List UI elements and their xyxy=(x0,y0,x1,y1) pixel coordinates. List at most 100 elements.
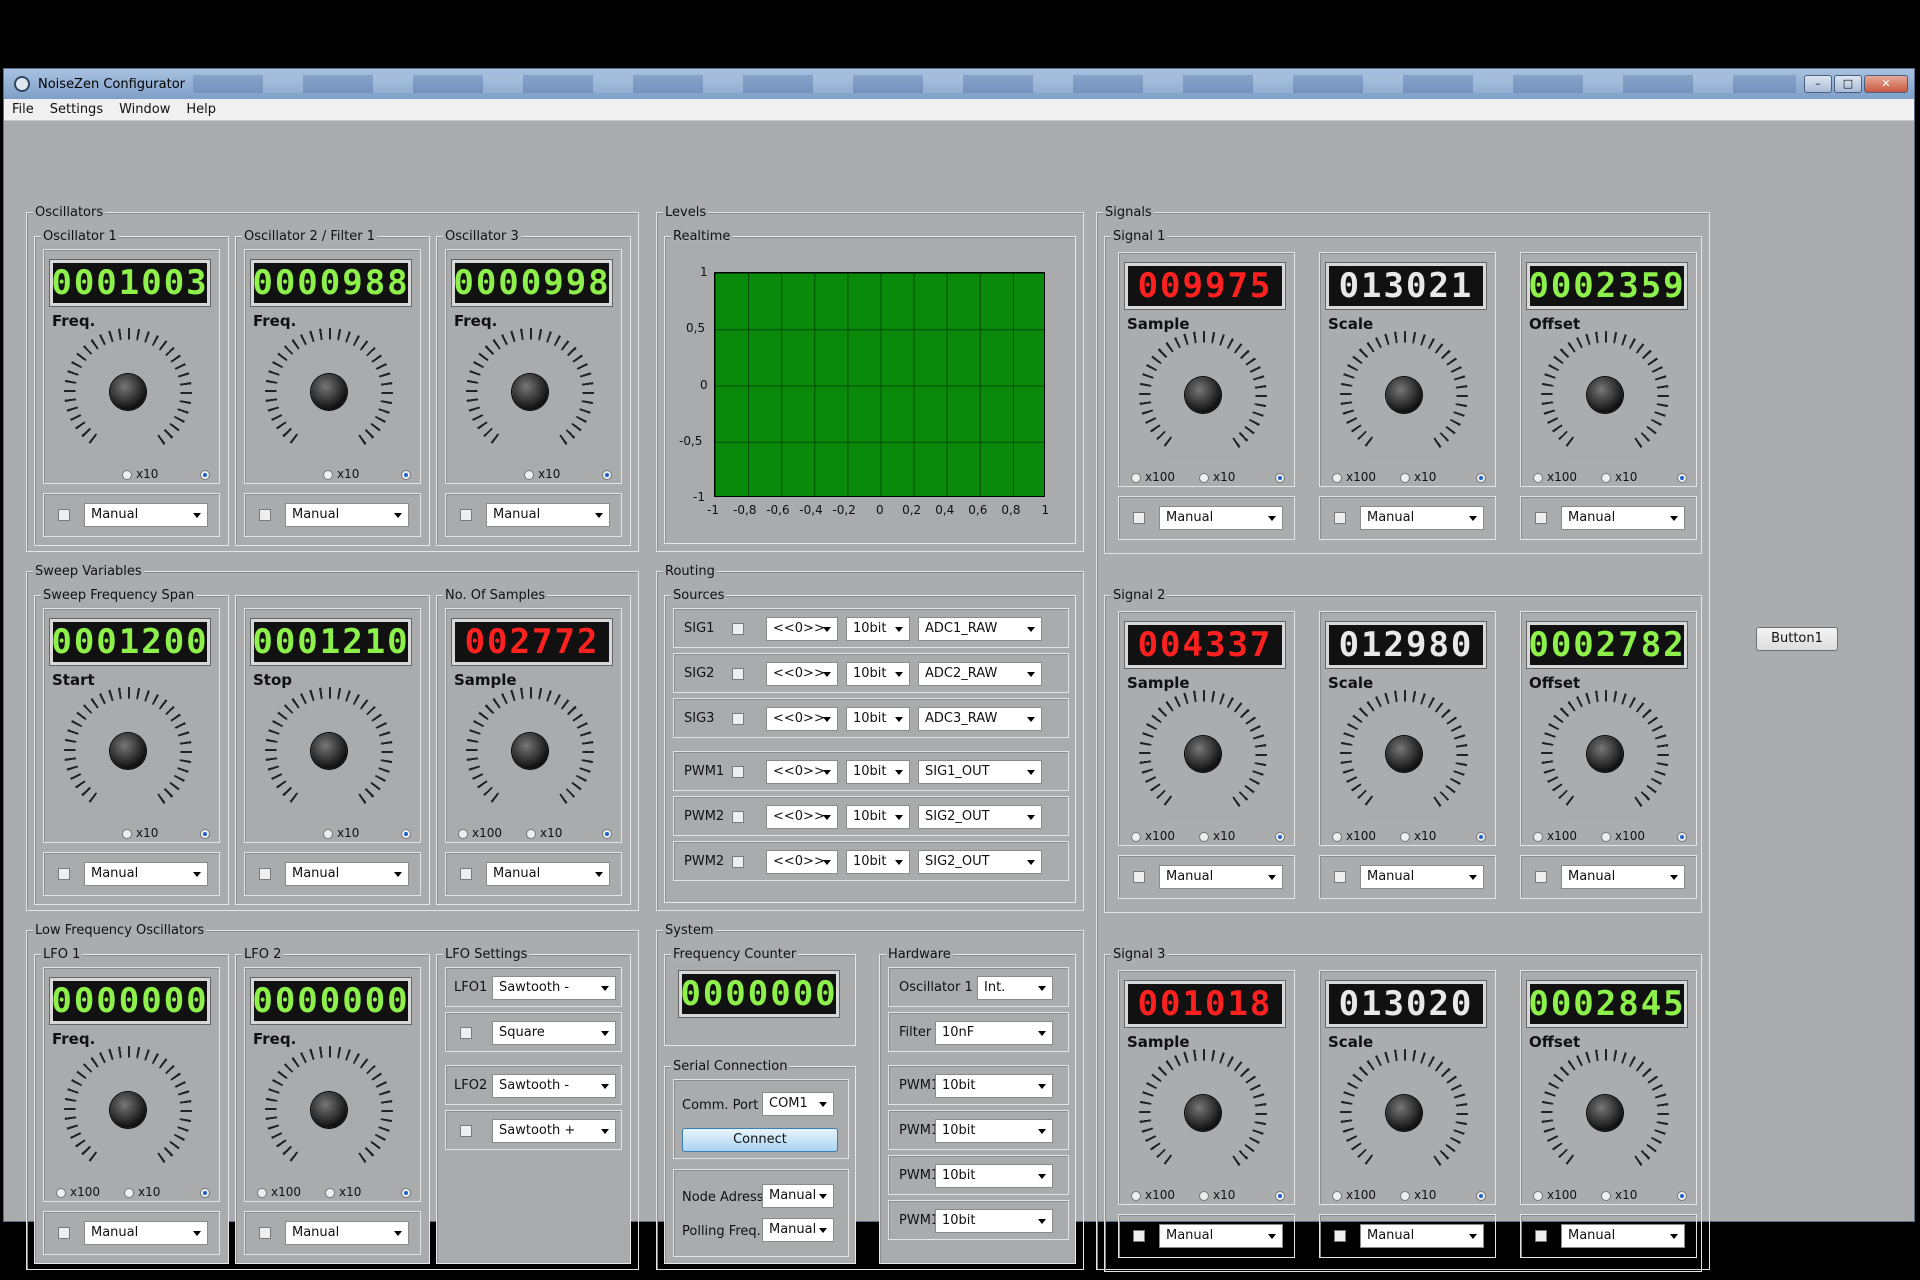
signal-3-sample-radio-2[interactable] xyxy=(1275,1191,1285,1201)
oscillator-2-radio-1[interactable] xyxy=(401,470,411,480)
routing-bits-select[interactable]: 10bit xyxy=(846,850,910,874)
oscillator-3-radio-1[interactable] xyxy=(602,470,612,480)
signal-3-offset-knob[interactable] xyxy=(1587,1095,1623,1131)
routing-source-select[interactable]: SIG2_OUT xyxy=(918,805,1042,829)
signal-1-sample-radio-2[interactable] xyxy=(1275,473,1285,483)
close-button[interactable]: ✕ xyxy=(1864,75,1908,93)
routing-shift-select[interactable]: <<0>> xyxy=(766,760,838,784)
signal-1-offset-mode-select[interactable]: Manual xyxy=(1561,506,1685,530)
sweep-stop-mode-select[interactable]: Manual xyxy=(285,862,409,886)
sweep-start-mode-select[interactable]: Manual xyxy=(84,862,208,886)
lfo-1-knob[interactable] xyxy=(110,1092,146,1128)
signal-1-scale-knob[interactable] xyxy=(1386,377,1422,413)
sweep-stop-radio-1[interactable] xyxy=(401,829,411,839)
signal-1-scale-radio-0[interactable] xyxy=(1332,473,1342,483)
sweep-stop-radio-0[interactable] xyxy=(323,829,333,839)
sweep-samples-radio-1[interactable] xyxy=(526,829,536,839)
signal-1-offset-radio-0[interactable] xyxy=(1533,473,1543,483)
oscillator-2-mode-select[interactable]: Manual xyxy=(285,503,409,527)
sweep-start-knob[interactable] xyxy=(110,733,146,769)
routing-bits-select[interactable]: 10bit xyxy=(846,662,910,686)
oscillator-3-mode-select[interactable]: Manual xyxy=(486,503,610,527)
sweep-stop-checkbox[interactable] xyxy=(259,868,271,880)
button1[interactable]: Button1 xyxy=(1756,627,1838,651)
signal-3-scale-radio-0[interactable] xyxy=(1332,1191,1342,1201)
signal-2-scale-checkbox[interactable] xyxy=(1334,871,1346,883)
hardware-row-select[interactable]: 10bit xyxy=(935,1209,1053,1233)
oscillator-1-checkbox[interactable] xyxy=(58,509,70,521)
signal-2-sample-radio-1[interactable] xyxy=(1199,832,1209,842)
signal-2-scale-mode-select[interactable]: Manual xyxy=(1360,865,1484,889)
lfo-2-radio-1[interactable] xyxy=(325,1188,335,1198)
routing-source-select[interactable]: ADC3_RAW xyxy=(918,707,1042,731)
lfo-2-radio-0[interactable] xyxy=(257,1188,267,1198)
signal-1-sample-checkbox[interactable] xyxy=(1133,512,1145,524)
lfo-2-mode-select[interactable]: Manual xyxy=(285,1221,409,1245)
oscillator-1-radio-0[interactable] xyxy=(122,470,132,480)
routing-row-checkbox[interactable] xyxy=(732,623,744,635)
lfo-2-radio-2[interactable] xyxy=(401,1188,411,1198)
routing-bits-select[interactable]: 10bit xyxy=(846,805,910,829)
signal-3-sample-knob[interactable] xyxy=(1185,1095,1221,1131)
comm-port-select[interactable]: COM1 xyxy=(762,1092,834,1116)
signal-1-scale-radio-2[interactable] xyxy=(1476,473,1486,483)
signal-1-sample-radio-1[interactable] xyxy=(1199,473,1209,483)
hardware-row-select[interactable]: 10bit xyxy=(935,1074,1053,1098)
routing-shift-select[interactable]: <<0>> xyxy=(766,805,838,829)
signal-3-sample-mode-select[interactable]: Manual xyxy=(1159,1224,1283,1248)
signal-2-scale-knob[interactable] xyxy=(1386,736,1422,772)
signal-3-scale-checkbox[interactable] xyxy=(1334,1230,1346,1242)
routing-row-checkbox[interactable] xyxy=(732,713,744,725)
minimize-button[interactable]: – xyxy=(1804,75,1832,93)
signal-1-scale-radio-1[interactable] xyxy=(1400,473,1410,483)
sweep-start-radio-0[interactable] xyxy=(122,829,132,839)
sweep-start-radio-1[interactable] xyxy=(200,829,210,839)
lfo-1-radio-0[interactable] xyxy=(56,1188,66,1198)
signal-2-sample-knob[interactable] xyxy=(1185,736,1221,772)
maximize-button[interactable]: □ xyxy=(1834,75,1862,93)
sweep-start-checkbox[interactable] xyxy=(58,868,70,880)
sweep-samples-checkbox[interactable] xyxy=(460,868,472,880)
signal-2-scale-radio-0[interactable] xyxy=(1332,832,1342,842)
hardware-row-select[interactable]: Int. xyxy=(977,976,1053,1000)
hardware-row-select[interactable]: 10bit xyxy=(935,1164,1053,1188)
node-address-select[interactable]: Manual xyxy=(762,1184,834,1208)
hardware-row-select[interactable]: 10bit xyxy=(935,1119,1053,1143)
oscillator-1-knob[interactable] xyxy=(110,374,146,410)
oscillator-1-mode-select[interactable]: Manual xyxy=(84,503,208,527)
routing-row-checkbox[interactable] xyxy=(732,811,744,823)
lfo-settings-waveform-select[interactable]: Sawtooth - xyxy=(492,976,616,1000)
lfo-settings-waveform-select[interactable]: Square xyxy=(492,1021,616,1045)
routing-bits-select[interactable]: 10bit xyxy=(846,707,910,731)
oscillator-2-knob[interactable] xyxy=(311,374,347,410)
signal-2-scale-radio-2[interactable] xyxy=(1476,832,1486,842)
signal-1-sample-knob[interactable] xyxy=(1185,377,1221,413)
sweep-samples-radio-2[interactable] xyxy=(602,829,612,839)
signal-2-offset-radio-1[interactable] xyxy=(1601,832,1611,842)
routing-row-checkbox[interactable] xyxy=(732,856,744,868)
lfo-2-checkbox[interactable] xyxy=(259,1227,271,1239)
oscillator-2-radio-0[interactable] xyxy=(323,470,333,480)
sweep-stop-knob[interactable] xyxy=(311,733,347,769)
signal-3-offset-radio-1[interactable] xyxy=(1601,1191,1611,1201)
routing-source-select[interactable]: ADC2_RAW xyxy=(918,662,1042,686)
routing-shift-select[interactable]: <<0>> xyxy=(766,850,838,874)
signal-3-sample-radio-0[interactable] xyxy=(1131,1191,1141,1201)
routing-bits-select[interactable]: 10bit xyxy=(846,617,910,641)
routing-row-checkbox[interactable] xyxy=(732,766,744,778)
lfo-settings-checkbox[interactable] xyxy=(460,1027,472,1039)
routing-row-checkbox[interactable] xyxy=(732,668,744,680)
signal-2-offset-radio-0[interactable] xyxy=(1533,832,1543,842)
polling-freq-select[interactable]: Manual xyxy=(762,1218,834,1242)
lfo-1-mode-select[interactable]: Manual xyxy=(84,1221,208,1245)
signal-2-offset-radio-2[interactable] xyxy=(1677,832,1687,842)
signal-2-sample-mode-select[interactable]: Manual xyxy=(1159,865,1283,889)
lfo-settings-waveform-select[interactable]: Sawtooth - xyxy=(492,1074,616,1098)
signal-3-offset-checkbox[interactable] xyxy=(1535,1230,1547,1242)
lfo-settings-waveform-select[interactable]: Sawtooth + xyxy=(492,1119,616,1143)
signal-3-sample-checkbox[interactable] xyxy=(1133,1230,1145,1242)
signal-3-scale-radio-2[interactable] xyxy=(1476,1191,1486,1201)
signal-2-sample-radio-2[interactable] xyxy=(1275,832,1285,842)
lfo-1-radio-1[interactable] xyxy=(124,1188,134,1198)
routing-source-select[interactable]: SIG2_OUT xyxy=(918,850,1042,874)
